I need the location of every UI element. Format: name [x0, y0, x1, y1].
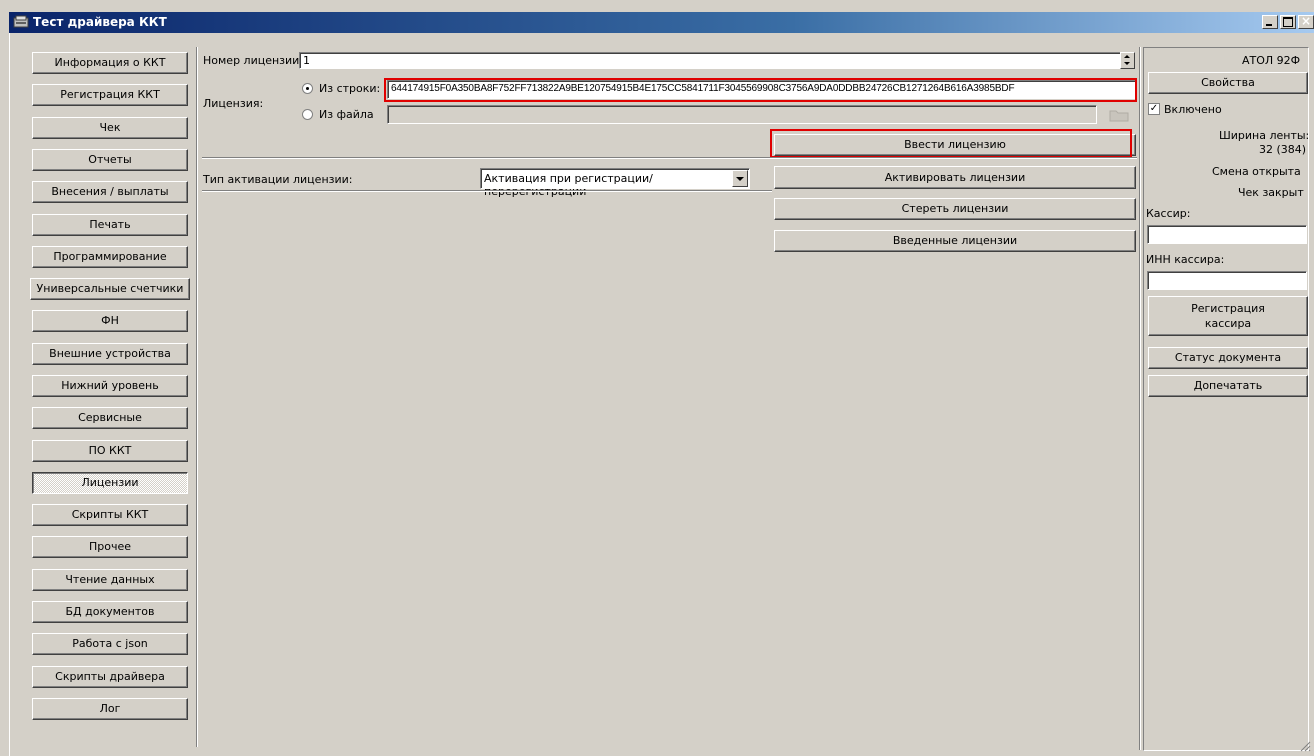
sidebar-item[interactable]: Лицензии: [32, 472, 188, 494]
maximize-icon: [1283, 17, 1293, 27]
sidebar-item[interactable]: Лог: [32, 698, 188, 720]
sidebar-item[interactable]: Скрипты ККТ: [32, 504, 188, 526]
activate-licenses-button[interactable]: Активировать лицензии: [774, 166, 1136, 189]
sidebar-item[interactable]: Прочее: [32, 536, 188, 558]
from-file-label[interactable]: Из файла: [319, 108, 374, 121]
reprint-button[interactable]: Допечатать: [1148, 375, 1308, 397]
enter-license-button[interactable]: Ввести лицензию: [774, 134, 1136, 156]
browse-file-button[interactable]: [1100, 105, 1136, 124]
sidebar-item[interactable]: Сервисные: [32, 407, 188, 429]
enabled-label[interactable]: Включено: [1164, 103, 1222, 116]
enabled-checkbox[interactable]: ✓: [1148, 103, 1160, 115]
sidebar-item[interactable]: Регистрация ККТ: [32, 84, 188, 106]
sidebar-item[interactable]: Работа с json: [32, 633, 188, 655]
dropdown-button[interactable]: [732, 170, 748, 187]
chevron-down-icon: [736, 177, 744, 181]
sidebar-item[interactable]: Нижний уровень: [32, 375, 188, 397]
window-title: Тест драйвера ККТ: [33, 15, 167, 29]
sidebar-item[interactable]: Внесения / выплаты: [32, 181, 188, 203]
license-number-label: Номер лицензии:: [203, 54, 304, 67]
from-file-radio[interactable]: [302, 109, 313, 120]
maximize-button[interactable]: [1280, 15, 1296, 29]
activation-type-label: Тип активации лицензии:: [203, 173, 353, 186]
tape-width-label: Ширина ленты:: [1219, 129, 1310, 142]
separator-1: [202, 157, 1137, 159]
register-cashier-button[interactable]: Регистрация кассира: [1148, 296, 1308, 336]
sidebar-item[interactable]: Отчеты: [32, 149, 188, 171]
document-status-button[interactable]: Статус документа: [1148, 347, 1308, 369]
sidebar-item[interactable]: Чек: [32, 117, 188, 139]
shift-status: Смена открыта: [1212, 165, 1301, 178]
sidebar-item[interactable]: Внешние устройства: [32, 343, 188, 365]
folder-icon: [1109, 110, 1129, 122]
sidebar-separator: [196, 47, 198, 747]
cashier-input[interactable]: [1147, 225, 1307, 244]
sidebar-item[interactable]: Информация о ККТ: [32, 52, 188, 74]
close-button[interactable]: ×: [1298, 14, 1314, 29]
sidebar-item[interactable]: ФН: [32, 310, 188, 332]
license-string-input[interactable]: 644174915F0A350BA8F752FF713822A9BE120754…: [387, 80, 1136, 99]
sidebar-item[interactable]: Чтение данных: [32, 569, 188, 591]
license-number-field[interactable]: 1: [299, 52, 1121, 69]
license-label: Лицензия:: [203, 97, 264, 110]
spin-down-icon: [1124, 62, 1130, 65]
entered-licenses-button[interactable]: Введенные лицензии: [774, 230, 1136, 252]
sidebar-item[interactable]: Универсальные счетчики: [30, 278, 190, 300]
device-name: АТОЛ 92Ф: [1242, 54, 1301, 67]
sidebar-item[interactable]: Скрипты драйвера: [32, 666, 188, 688]
properties-button[interactable]: Свойства: [1148, 72, 1308, 94]
license-number-spinner[interactable]: [1120, 52, 1135, 69]
main-window: Информация о ККТ Регистрация ККТ Чек Отчеты…: [9, 33, 1314, 756]
sidebar-item[interactable]: ПО ККТ: [32, 440, 188, 462]
sidebar-item[interactable]: БД документов: [32, 601, 188, 623]
spin-up-icon: [1124, 55, 1130, 58]
minimize-icon: [1266, 24, 1272, 26]
activation-type-select[interactable]: Активация при регистрации/перерегистраци…: [480, 168, 750, 198]
cashier-label: Кассир:: [1146, 207, 1191, 220]
minimize-button[interactable]: [1262, 15, 1278, 29]
tape-width-value: 32 (384): [1259, 143, 1307, 156]
from-string-label[interactable]: Из строки:: [319, 82, 380, 95]
from-string-radio[interactable]: [302, 83, 313, 94]
separator-2: [202, 190, 772, 192]
cashier-inn-input[interactable]: [1147, 271, 1307, 290]
sidebar-item[interactable]: Программирование: [32, 246, 188, 268]
title-bar[interactable]: Тест драйвера ККТ ×: [9, 12, 1314, 33]
erase-licenses-button[interactable]: Стереть лицензии: [774, 198, 1136, 220]
close-icon: ×: [1301, 14, 1312, 28]
receipt-status: Чек закрыт: [1238, 186, 1304, 199]
license-file-input[interactable]: [387, 105, 1097, 124]
sidebar-item[interactable]: Печать: [32, 214, 188, 236]
main-panel-separator: [1139, 47, 1141, 750]
cashier-inn-label: ИНН кассира:: [1146, 253, 1225, 266]
app-icon: [13, 15, 29, 28]
resize-grip-icon[interactable]: [1299, 740, 1311, 752]
